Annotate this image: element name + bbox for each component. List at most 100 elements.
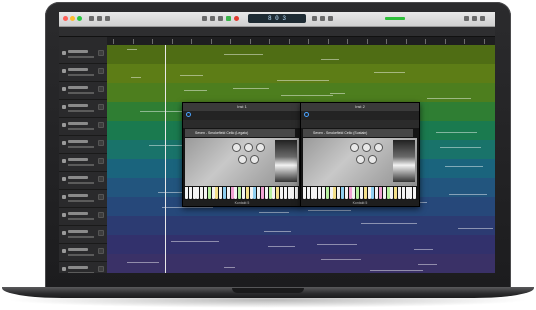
track-volume-fader[interactable] [68,272,94,273]
piano-key[interactable] [352,187,356,199]
track-header[interactable] [59,99,107,118]
piano-key[interactable] [306,187,310,199]
piano-key[interactable] [413,187,417,199]
track-volume-fader[interactable] [68,200,94,202]
mute-button[interactable] [98,104,104,110]
piano-key[interactable] [360,187,363,199]
midi-note[interactable] [224,267,235,268]
piano-key[interactable] [207,187,211,199]
midi-note[interactable] [127,262,159,263]
piano-key[interactable] [405,187,409,199]
knob-5[interactable] [251,156,258,163]
mute-button[interactable] [98,122,104,128]
piano-key[interactable] [318,187,322,199]
track-name[interactable] [68,140,88,143]
piano-key[interactable] [257,187,261,199]
track-name[interactable] [68,248,88,251]
piano-key[interactable] [196,187,200,199]
knob-4[interactable] [357,156,364,163]
piano-key[interactable] [283,187,287,199]
piano-key[interactable] [245,187,249,199]
close-window-button[interactable] [63,16,68,21]
track-volume-fader[interactable] [68,146,94,148]
track-header[interactable] [59,45,107,64]
track-header[interactable] [59,261,107,273]
track-header[interactable] [59,243,107,262]
inspector-button[interactable] [97,16,102,21]
mute-button[interactable] [98,212,104,218]
piano-key[interactable] [341,187,344,199]
rewind-button[interactable] [202,16,207,21]
track-header[interactable] [59,225,107,244]
track-volume-fader[interactable] [68,236,94,238]
knob-1[interactable] [351,144,358,151]
track-volume-fader[interactable] [68,74,94,76]
track-name[interactable] [68,122,88,125]
piano-key[interactable] [242,187,245,199]
track-name[interactable] [68,158,88,161]
midi-note[interactable] [180,75,203,76]
keyboard[interactable] [185,187,299,199]
midi-note[interactable] [436,132,477,133]
knob-3[interactable] [375,144,382,151]
loop-browser-button[interactable] [480,16,485,21]
track-header[interactable] [59,81,107,100]
midi-note[interactable] [259,212,289,213]
midi-note[interactable] [224,54,263,55]
piano-key[interactable] [185,187,188,199]
piano-key[interactable] [261,187,264,199]
midi-note[interactable] [361,223,417,224]
midi-note[interactable] [277,80,329,81]
piano-key[interactable] [192,187,196,199]
piano-key[interactable] [333,187,337,199]
mute-button[interactable] [98,176,104,182]
playhead[interactable] [165,45,166,273]
track-name[interactable] [68,86,88,89]
piano-key[interactable] [230,187,234,199]
midi-note[interactable] [317,244,357,245]
piano-key[interactable] [253,187,257,199]
midi-note[interactable] [427,98,471,99]
piano-key[interactable] [325,187,329,199]
piano-key[interactable] [314,187,318,199]
piano-key[interactable] [367,187,371,199]
record-icon[interactable] [234,16,239,21]
forward-button[interactable] [210,16,215,21]
midi-note[interactable] [321,259,361,260]
midi-note[interactable] [308,210,351,211]
piano-key[interactable] [223,187,226,199]
midi-note[interactable] [264,231,291,232]
knob-1[interactable] [233,144,240,151]
piano-key[interactable] [337,187,341,199]
track-name[interactable] [68,194,88,197]
track-header[interactable] [59,153,107,172]
piano-key[interactable] [371,187,375,199]
power-icon[interactable] [186,112,191,117]
track-volume-fader[interactable] [68,164,94,166]
mixer-button[interactable] [105,16,110,21]
mute-button[interactable] [98,230,104,236]
piano-key[interactable] [238,187,242,199]
metronome-button[interactable] [328,16,333,21]
knob-2[interactable] [245,144,252,151]
midi-note[interactable] [321,59,339,60]
track-name[interactable] [68,230,88,233]
plugin-title-bar[interactable]: Inst 1 [183,103,301,111]
piano-key[interactable] [329,187,333,199]
piano-key[interactable] [375,187,379,199]
piano-key[interactable] [386,187,390,199]
midi-note[interactable] [445,166,483,167]
piano-key[interactable] [348,187,352,199]
piano-key[interactable] [322,187,325,199]
piano-key[interactable] [272,187,276,199]
track-header[interactable] [59,207,107,226]
piano-key[interactable] [211,187,215,199]
piano-key[interactable] [249,187,253,199]
power-icon[interactable] [304,112,309,117]
notepad-button[interactable] [472,16,477,21]
midi-note[interactable] [370,270,423,271]
midi-note[interactable] [162,207,213,208]
knob-5[interactable] [369,156,376,163]
piano-key[interactable] [215,187,219,199]
knob-4[interactable] [239,156,246,163]
